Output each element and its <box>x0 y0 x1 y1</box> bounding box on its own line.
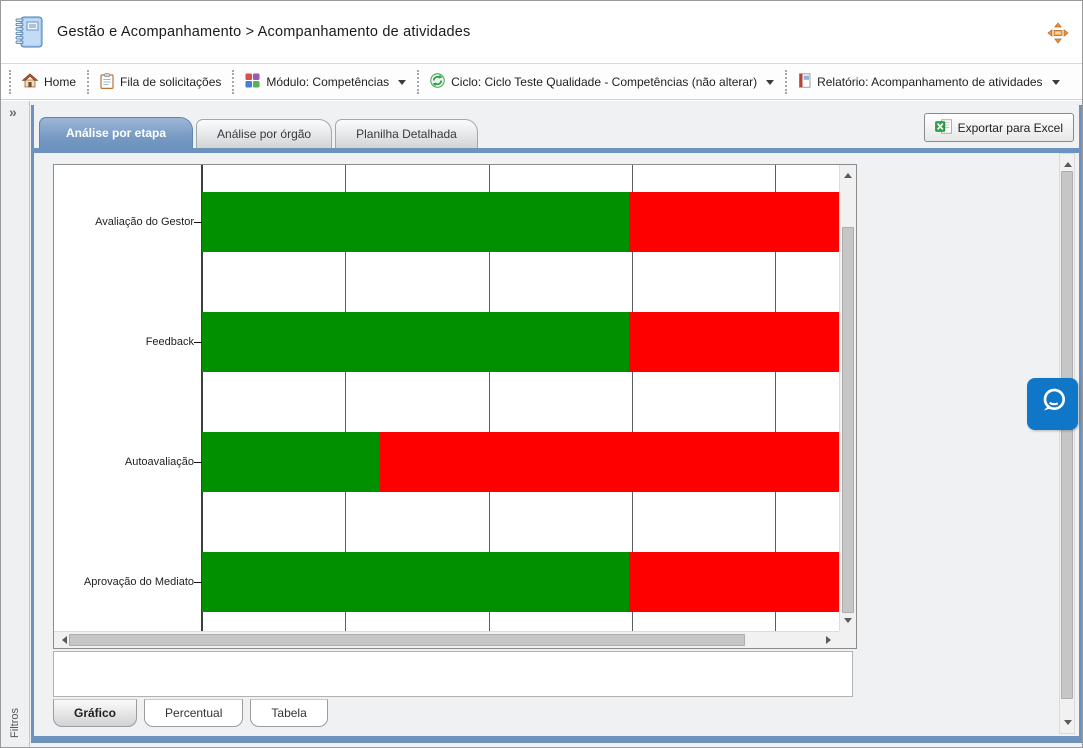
scrollbar-corner <box>839 631 856 648</box>
scroll-down-icon[interactable] <box>844 618 852 627</box>
toolbar-item-ciclo[interactable]: Ciclo: Ciclo Teste Qualidade - Competênc… <box>424 70 780 94</box>
chart-view-tabs: Gráfico Percentual Tabela <box>53 699 328 727</box>
filters-vertical-label: Filtros <box>9 708 21 738</box>
excel-icon <box>935 119 952 137</box>
scroll-down-icon[interactable] <box>1064 720 1072 729</box>
chart-vertical-scrollbar[interactable] <box>839 165 856 631</box>
scroll-right-icon[interactable] <box>826 636 835 644</box>
toolbar-item-home[interactable]: Home <box>16 70 82 94</box>
scroll-up-icon[interactable] <box>1064 158 1072 167</box>
blue-accent-bar <box>34 148 1079 153</box>
export-excel-label: Exportar para Excel <box>958 121 1063 135</box>
panel-scroll-thumb[interactable] <box>1061 171 1073 699</box>
report-icon <box>798 73 811 91</box>
axis-tick <box>194 222 202 223</box>
chevron-down-icon <box>766 80 774 89</box>
bars-region <box>202 165 839 631</box>
toolbar-separator <box>417 70 419 94</box>
module-cube-icon <box>245 73 260 91</box>
content-panel: Análise por etapa Análise por órgão Plan… <box>31 105 1082 743</box>
bar-row <box>202 192 839 252</box>
toolbar: Home Fila de solicitações <box>1 65 1082 100</box>
bar-segment-green <box>202 192 629 252</box>
tab-bar: Análise por etapa Análise por órgão Plan… <box>39 111 919 148</box>
bar-segment-green <box>202 312 629 372</box>
main-area: » Filtros Análise por etapa Análise por … <box>1 101 1082 748</box>
cycle-icon <box>430 73 445 91</box>
tab-planilha-detalhada[interactable]: Planilha Detalhada <box>335 119 478 148</box>
toolbar-item-label: Módulo: Competências <box>266 75 389 89</box>
chart-container: Avaliação do Gestor Feedback Autoavaliação… <box>53 164 857 649</box>
tab-analise-por-etapa[interactable]: Análise por etapa <box>39 117 193 148</box>
y-axis-line <box>201 165 202 631</box>
toolbar-item-modulo[interactable]: Módulo: Competências <box>239 70 412 94</box>
home-icon <box>22 73 38 91</box>
toolbar-item-label: Ciclo: Ciclo Teste Qualidade - Competênc… <box>451 75 757 89</box>
chevron-down-icon <box>398 80 406 89</box>
chart-plot-area: Avaliação do Gestor Feedback Autoavaliação… <box>54 165 839 631</box>
toolbar-separator <box>87 70 89 94</box>
bar-row <box>202 552 839 612</box>
scroll-left-icon[interactable] <box>58 636 67 644</box>
bar-segment-red <box>629 192 839 252</box>
axis-tick <box>194 462 202 463</box>
toolbar-separator <box>232 70 234 94</box>
move-icon[interactable] <box>1046 21 1070 50</box>
tab-analise-por-orgao[interactable]: Análise por órgão <box>196 119 332 148</box>
toolbar-item-fila-solicitacoes[interactable]: Fila de solicitações <box>94 70 227 95</box>
scroll-up-icon[interactable] <box>844 169 852 178</box>
bar-segment-red <box>629 552 839 612</box>
bar-row <box>202 312 839 372</box>
panel-vertical-scrollbar[interactable] <box>1059 153 1075 734</box>
chevron-down-icon <box>1052 80 1060 89</box>
toolbar-item-label: Home <box>44 75 76 89</box>
clipboard-icon <box>100 73 114 92</box>
tab-percentual[interactable]: Percentual <box>144 699 243 727</box>
bar-segment-green <box>202 552 629 612</box>
bar-segment-green <box>202 432 380 492</box>
chat-bubble-icon <box>1037 386 1069 423</box>
bar-segment-red <box>629 312 839 372</box>
expand-panel-icon[interactable]: » <box>9 104 17 120</box>
page-title: Gestão e Acompanhamento > Acompanhamento… <box>57 1 470 64</box>
category-label: Feedback <box>54 312 194 372</box>
category-label: Avaliação do Gestor <box>54 192 194 252</box>
vertical-scroll-thumb[interactable] <box>842 227 854 613</box>
chart-legend-box <box>53 651 853 697</box>
axis-tick <box>194 342 202 343</box>
notebook-icon <box>14 15 44 54</box>
toolbar-separator <box>785 70 787 94</box>
tab-grafico[interactable]: Gráfico <box>53 699 137 727</box>
toolbar-item-relatorio[interactable]: Relatório: Acompanhamento de atividades <box>792 70 1065 94</box>
category-label: Aprovação do Mediato <box>54 552 194 612</box>
tab-tabela[interactable]: Tabela <box>250 699 327 727</box>
toolbar-separator <box>9 70 11 94</box>
export-excel-button[interactable]: Exportar para Excel <box>924 113 1074 142</box>
chat-button[interactable] <box>1027 378 1078 430</box>
bar-row <box>202 432 839 492</box>
bar-segment-red <box>380 432 839 492</box>
filters-collapsed-panel[interactable]: » Filtros <box>1 101 30 748</box>
horizontal-scroll-thumb[interactable] <box>69 634 745 646</box>
toolbar-item-label: Fila de solicitações <box>120 75 221 89</box>
axis-tick <box>194 582 202 583</box>
toolbar-item-label: Relatório: Acompanhamento de atividades <box>817 75 1042 89</box>
category-label: Autoavaliação <box>54 432 194 492</box>
chart-horizontal-scrollbar[interactable] <box>54 631 839 648</box>
app-header: Gestão e Acompanhamento > Acompanhamento… <box>1 1 1082 64</box>
app-window: Gestão e Acompanhamento > Acompanhamento… <box>0 0 1083 748</box>
